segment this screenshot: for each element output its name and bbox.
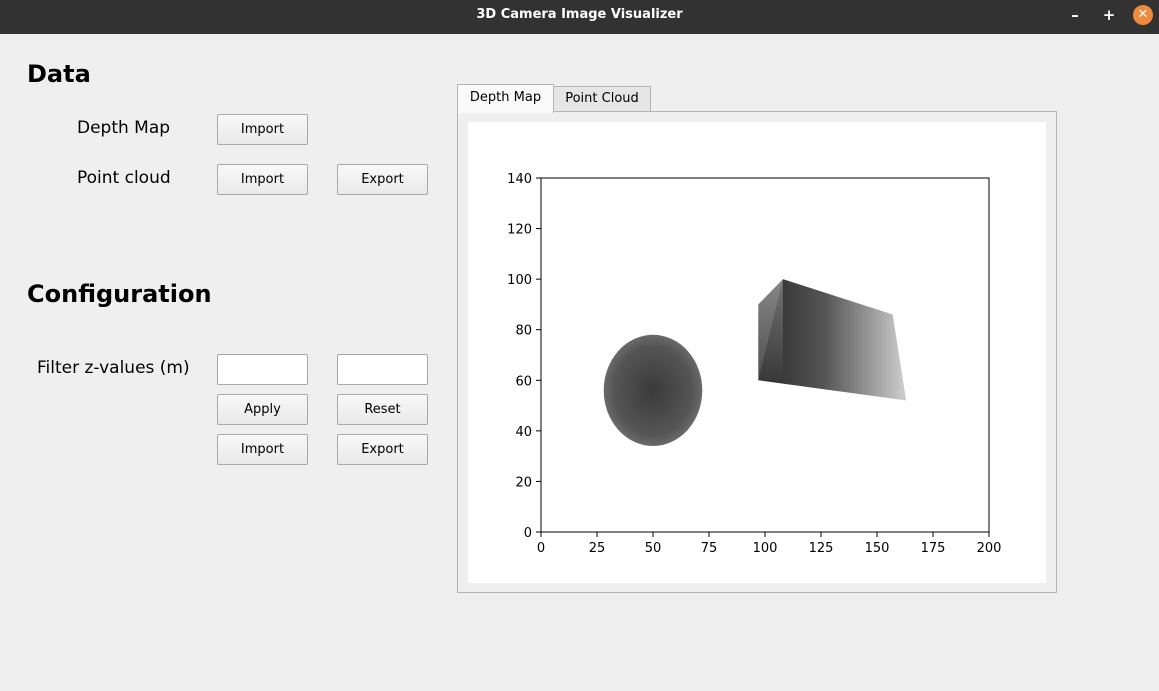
point-cloud-import-button[interactable]: Import (217, 164, 308, 195)
y-tick-label-1: 20 (515, 475, 532, 490)
x-tick-label-7: 175 (921, 541, 946, 556)
x-tick-label-6: 150 (865, 541, 890, 556)
reset-button[interactable]: Reset (337, 394, 428, 425)
filter-max-input[interactable] (337, 354, 428, 385)
data-heading: Data (27, 60, 91, 88)
close-icon[interactable]: ✕ (1133, 5, 1153, 25)
x-tick-label-1: 25 (589, 541, 606, 556)
maximize-icon[interactable]: + (1099, 6, 1119, 26)
x-tick-label-5: 125 (809, 541, 834, 556)
apply-button[interactable]: Apply (217, 394, 308, 425)
y-tick-label-6: 120 (507, 223, 532, 238)
plot-canvas: 0 25 50 75 100 125 150 175 200 0 20 40 60 80 100 120 140 (468, 122, 1046, 583)
y-tick-label-4: 80 (515, 324, 532, 339)
window-titlebar: 3D Camera Image Visualizer – + ✕ (0, 0, 1159, 34)
y-tick-label-7: 140 (507, 172, 532, 187)
depth-map-panel: 0 25 50 75 100 125 150 175 200 0 20 40 60 80 100 120 140 (457, 111, 1057, 593)
x-tick-label-8: 200 (977, 541, 1002, 556)
minimize-icon[interactable]: – (1065, 6, 1085, 26)
y-tick-label-0: 0 (524, 526, 532, 541)
depth-map-chart: 0 25 50 75 100 125 150 175 200 0 20 40 60 80 100 120 140 (507, 172, 1002, 556)
point-cloud-export-button[interactable]: Export (337, 164, 428, 195)
tab-depth-map[interactable]: Depth Map (457, 84, 554, 113)
depth-map-label: Depth Map (77, 118, 171, 138)
depth-object-ellipse (603, 334, 703, 447)
config-import-button[interactable]: Import (217, 434, 308, 465)
tab-point-cloud[interactable]: Point Cloud (553, 86, 651, 112)
filter-z-values-label: Filter z-values (m) (37, 358, 190, 378)
point-cloud-label: Point cloud (77, 168, 171, 188)
window-title: 3D Camera Image Visualizer (476, 7, 683, 22)
y-tick-label-5: 100 (507, 273, 532, 288)
filter-min-input[interactable] (217, 354, 308, 385)
x-tick-label-2: 50 (645, 541, 662, 556)
configuration-heading: Configuration (27, 280, 212, 308)
y-tick-label-2: 40 (515, 425, 532, 440)
depth-map-import-button[interactable]: Import (217, 114, 308, 145)
x-tick-label-4: 100 (753, 541, 778, 556)
x-tick-label-0: 0 (537, 541, 545, 556)
x-tick-label-3: 75 (701, 541, 718, 556)
config-export-button[interactable]: Export (337, 434, 428, 465)
y-tick-label-3: 60 (515, 374, 532, 389)
